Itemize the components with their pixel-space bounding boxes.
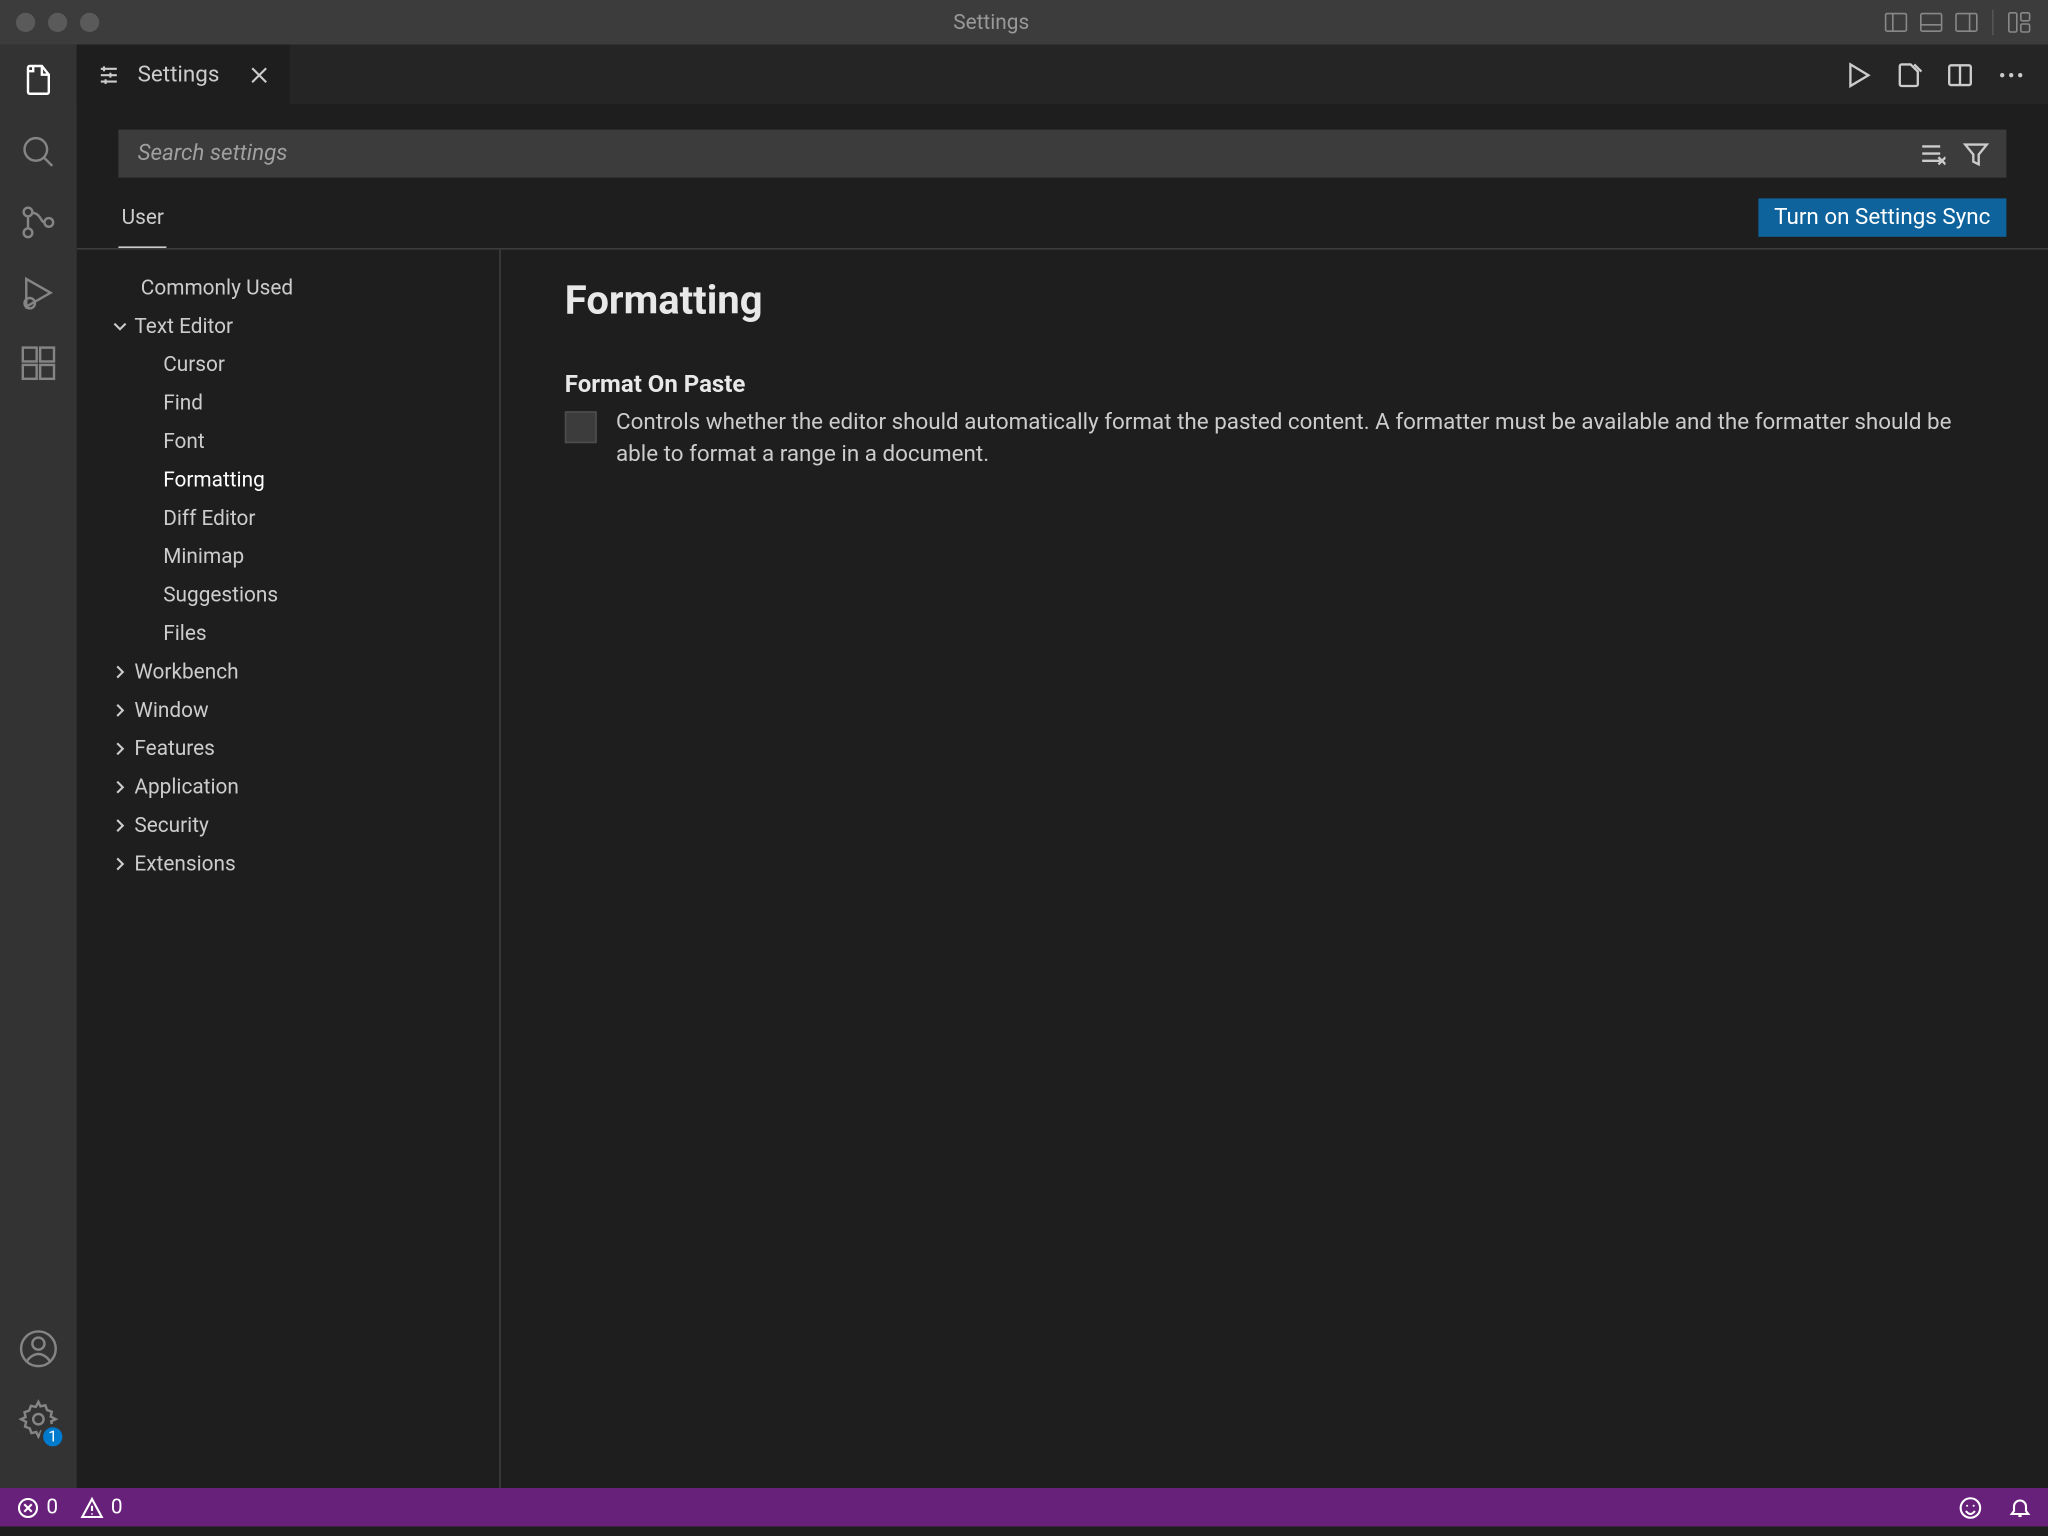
layout-panel-bottom-icon[interactable] bbox=[1918, 10, 1944, 36]
tree-formatting[interactable]: Formatting bbox=[77, 461, 499, 499]
settings-list-icon bbox=[96, 62, 122, 88]
format-on-paste-checkbox[interactable] bbox=[565, 411, 597, 443]
warning-triangle-icon bbox=[81, 1495, 105, 1519]
tree-suggestions[interactable]: Suggestions bbox=[77, 576, 499, 614]
settings-content: Formatting Format On Paste Controls whet… bbox=[501, 250, 2048, 1488]
layout-panel-right-icon[interactable] bbox=[1954, 10, 1980, 36]
run-icon[interactable] bbox=[1843, 60, 1872, 89]
tree-security[interactable]: Security bbox=[77, 806, 499, 844]
editor-actions bbox=[1843, 45, 2048, 104]
chevron-right-icon bbox=[109, 699, 131, 721]
feedback-icon[interactable] bbox=[1958, 1495, 1982, 1519]
tree-diff-editor[interactable]: Diff Editor bbox=[77, 499, 499, 537]
activity-bar: 1 bbox=[0, 45, 77, 1488]
search-icon[interactable] bbox=[18, 131, 60, 173]
editor-area: Settings User Turn on Setting bbox=[77, 45, 2048, 1488]
chevron-right-icon bbox=[109, 853, 131, 875]
traffic-lights bbox=[16, 13, 99, 32]
extensions-icon[interactable] bbox=[18, 342, 60, 384]
layout-panel-left-icon[interactable] bbox=[1883, 10, 1909, 36]
chevron-right-icon bbox=[109, 814, 131, 836]
tree-features[interactable]: Features bbox=[77, 730, 499, 768]
close-icon[interactable] bbox=[248, 63, 270, 85]
manage-button[interactable]: 1 bbox=[18, 1398, 60, 1446]
status-bar: 0 0 bbox=[0, 1488, 2048, 1526]
manage-badge: 1 bbox=[40, 1424, 66, 1450]
chevron-right-icon bbox=[109, 661, 131, 683]
tree-cursor[interactable]: Cursor bbox=[77, 346, 499, 384]
setting-title: Format On Paste bbox=[565, 370, 1991, 399]
search-input[interactable] bbox=[134, 139, 1900, 168]
section-heading: Formatting bbox=[565, 278, 2019, 324]
explorer-icon[interactable] bbox=[18, 61, 60, 103]
tab-bar: Settings bbox=[77, 45, 2048, 104]
tree-font[interactable]: Font bbox=[77, 422, 499, 460]
tab-settings[interactable]: Settings bbox=[77, 45, 290, 104]
tab-title: Settings bbox=[138, 62, 220, 88]
tree-find[interactable]: Find bbox=[77, 384, 499, 422]
split-editor-icon[interactable] bbox=[1946, 60, 1975, 89]
chevron-down-icon bbox=[109, 315, 131, 337]
settings-tree: Commonly Used Text Editor Cursor Find Fo… bbox=[77, 250, 501, 1488]
separator bbox=[1992, 10, 1994, 36]
clear-search-icon[interactable] bbox=[1917, 139, 1946, 168]
status-errors[interactable]: 0 bbox=[16, 1495, 58, 1519]
tree-extensions[interactable]: Extensions bbox=[77, 845, 499, 883]
status-warnings[interactable]: 0 bbox=[81, 1495, 123, 1519]
search-settings-input[interactable] bbox=[118, 130, 2006, 178]
run-debug-icon[interactable] bbox=[18, 272, 60, 314]
layout-customize-icon[interactable] bbox=[2006, 10, 2032, 36]
tree-text-editor[interactable]: Text Editor bbox=[77, 307, 499, 345]
window-title: Settings bbox=[99, 10, 1883, 34]
tree-window[interactable]: Window bbox=[77, 691, 499, 729]
settings-scope-row: User Turn on Settings Sync bbox=[77, 178, 2048, 250]
titlebar-layout-controls bbox=[1883, 10, 2032, 36]
chevron-right-icon bbox=[109, 738, 131, 760]
setting-format-on-paste: Format On Paste Controls whether the edi… bbox=[536, 350, 2019, 1488]
traffic-minimize[interactable] bbox=[48, 13, 67, 32]
source-control-icon[interactable] bbox=[18, 202, 60, 244]
setting-description: Controls whether the editor should autom… bbox=[616, 408, 1990, 471]
filter-icon[interactable] bbox=[1962, 139, 1991, 168]
error-circle-icon bbox=[16, 1495, 40, 1519]
open-json-icon[interactable] bbox=[1894, 60, 1923, 89]
chevron-right-icon bbox=[109, 776, 131, 798]
tree-workbench[interactable]: Workbench bbox=[77, 653, 499, 691]
scope-user-tab[interactable]: User bbox=[118, 197, 167, 248]
settings-sync-button[interactable]: Turn on Settings Sync bbox=[1758, 198, 2006, 236]
tree-application[interactable]: Application bbox=[77, 768, 499, 806]
tree-files[interactable]: Files bbox=[77, 614, 499, 652]
tree-minimap[interactable]: Minimap bbox=[77, 538, 499, 576]
traffic-zoom[interactable] bbox=[80, 13, 99, 32]
more-actions-icon[interactable] bbox=[1997, 60, 2026, 89]
accounts-icon[interactable] bbox=[18, 1328, 60, 1370]
titlebar: Settings bbox=[0, 0, 2048, 45]
traffic-close[interactable] bbox=[16, 13, 35, 32]
tree-commonly-used[interactable]: Commonly Used bbox=[77, 269, 499, 307]
notifications-icon[interactable] bbox=[2008, 1495, 2032, 1519]
